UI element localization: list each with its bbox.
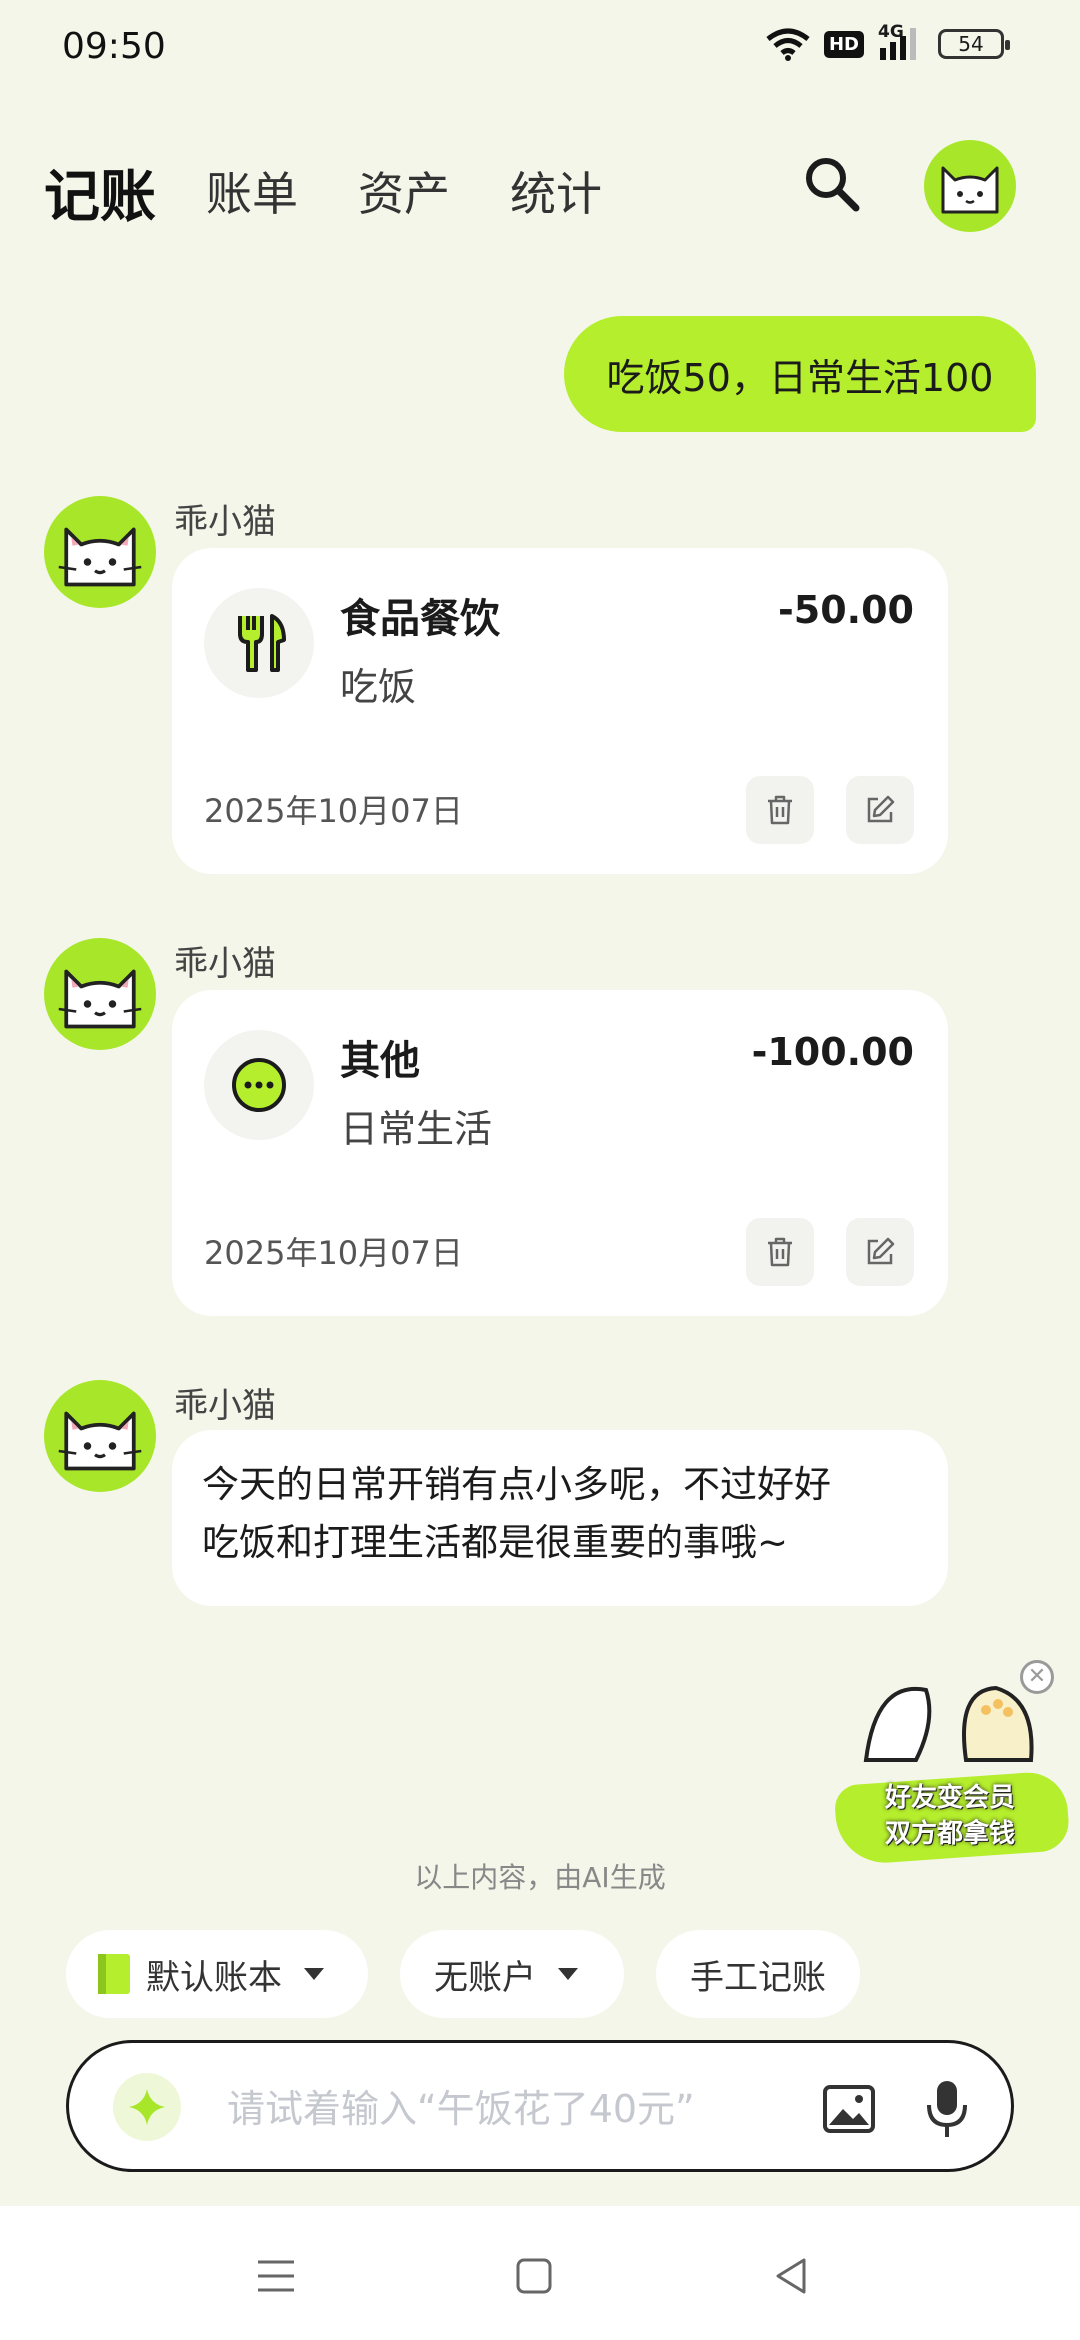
- user-message-bubble: 吃饭50，日常生活100: [564, 316, 1036, 432]
- category-name: 食品餐饮: [340, 596, 500, 642]
- notebook-icon: [98, 1954, 130, 1994]
- bot-avatar: [44, 938, 156, 1050]
- account-selector[interactable]: 无账户: [400, 1930, 624, 2018]
- system-nav-bar: [0, 2206, 1080, 2340]
- microphone-icon[interactable]: [921, 2079, 973, 2139]
- entry-amount: -100.00: [751, 1030, 914, 1074]
- more-dots-icon: [232, 1058, 286, 1112]
- home-icon[interactable]: [510, 2252, 558, 2300]
- top-nav: 记账 账单 资产 统计: [0, 130, 1080, 240]
- fork-knife-icon: [238, 614, 286, 672]
- referral-promo[interactable]: 好友变会员 双方都拿钱 ✕: [833, 1660, 1071, 1870]
- reply-line: 吃饭和打理生活都是很重要的事哦~: [202, 1521, 789, 1564]
- battery-indicator: 54: [938, 29, 1010, 59]
- ai-sparkle-button[interactable]: [113, 2073, 181, 2141]
- promo-line: 好友变会员: [884, 1783, 1015, 1813]
- cat-face-icon: [58, 527, 142, 587]
- search-icon[interactable]: [800, 152, 864, 216]
- account-label: 无账户: [434, 1957, 536, 1998]
- cat-face-icon: [58, 1411, 142, 1471]
- menu-icon[interactable]: [252, 2252, 300, 2300]
- bot-name: 乖小猫: [174, 1386, 276, 1426]
- edit-button[interactable]: [846, 776, 914, 844]
- sparkle-icon: [129, 2089, 165, 2125]
- delete-button[interactable]: [746, 1218, 814, 1286]
- book-selector[interactable]: 默认账本: [66, 1930, 368, 2018]
- edit-icon: [867, 795, 895, 823]
- bot-avatar: [44, 496, 156, 608]
- transaction-card[interactable]: 食品餐饮 吃饭 -50.00 2025年10月07日: [172, 548, 948, 874]
- back-icon[interactable]: [768, 2252, 816, 2300]
- hd-badge: HD: [823, 30, 864, 58]
- entry-date: 2025年10月07日: [204, 1234, 463, 1272]
- category-icon-wrap: [204, 588, 314, 698]
- profile-avatar[interactable]: [924, 140, 1016, 232]
- tab-bookkeeping[interactable]: 记账: [44, 152, 156, 233]
- image-icon[interactable]: [821, 2083, 877, 2135]
- manual-entry-button[interactable]: 手工记账: [656, 1930, 860, 2018]
- edit-button[interactable]: [846, 1218, 914, 1286]
- entry-amount: -50.00: [778, 588, 914, 632]
- chevron-down-icon: [558, 1968, 578, 1980]
- edit-icon: [867, 1237, 895, 1265]
- entry-date: 2025年10月07日: [204, 792, 463, 830]
- signal-icon: 4G: [878, 22, 924, 62]
- ai-generated-note: 以上内容，由AI生成: [414, 1861, 666, 1894]
- promo-text: 好友变会员 双方都拿钱: [850, 1780, 1050, 1852]
- bot-name: 乖小猫: [174, 944, 276, 984]
- entry-note: 日常生活: [340, 1107, 493, 1151]
- status-bar: 09:50 HD 4G 54: [0, 0, 1080, 100]
- entry-note: 吃饭: [340, 665, 417, 709]
- cat-face-icon: [941, 166, 999, 214]
- close-icon[interactable]: ✕: [1020, 1660, 1054, 1694]
- wifi-icon: [766, 28, 810, 61]
- category-icon-wrap: [204, 1030, 314, 1140]
- battery-level: 54: [958, 32, 984, 56]
- bot-avatar: [44, 1380, 156, 1492]
- cat-paws-icon: [863, 1685, 1034, 1762]
- tab-bills[interactable]: 账单: [206, 158, 298, 224]
- trash-icon: [768, 1237, 792, 1267]
- tab-statistics[interactable]: 统计: [510, 158, 602, 224]
- trash-icon: [768, 795, 792, 825]
- status-time: 09:50: [62, 26, 166, 67]
- manual-label: 手工记账: [690, 1957, 826, 1998]
- tab-assets[interactable]: 资产: [358, 158, 450, 224]
- chevron-down-icon: [304, 1968, 324, 1980]
- bot-name: 乖小猫: [174, 502, 276, 542]
- delete-button[interactable]: [746, 776, 814, 844]
- status-icons: HD 4G 54: [766, 22, 1010, 62]
- category-name: 其他: [340, 1038, 420, 1084]
- promo-line: 双方都拿钱: [884, 1819, 1015, 1849]
- cat-face-icon: [58, 969, 142, 1029]
- book-label: 默认账本: [146, 1957, 282, 1998]
- chat-input[interactable]: [227, 2079, 787, 2139]
- transaction-card[interactable]: 其他 日常生活 -100.00 2025年10月07日: [172, 990, 948, 1316]
- chat-input-bar: [66, 2040, 1014, 2172]
- bot-reply-bubble: 今天的日常开销有点小多呢，不过好好 吃饭和打理生活都是很重要的事哦~: [172, 1430, 948, 1606]
- reply-line: 今天的日常开销有点小多呢，不过好好: [202, 1463, 831, 1506]
